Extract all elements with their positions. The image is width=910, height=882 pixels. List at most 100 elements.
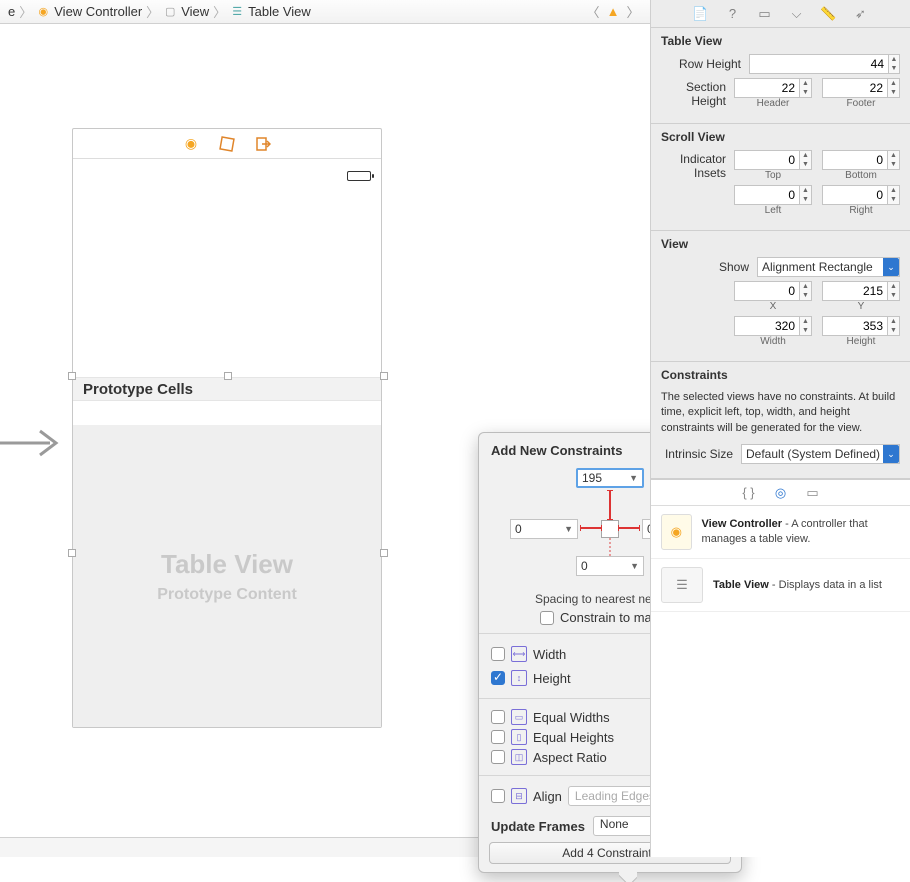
- insets-label: Indicator Insets: [661, 152, 734, 180]
- view-x-sub: X: [770, 301, 777, 312]
- inset-left-field[interactable]: [734, 185, 800, 205]
- breadcrumb-item-view[interactable]: ▢ View: [159, 4, 213, 19]
- section-title: Scroll View: [661, 130, 900, 144]
- view-y-field[interactable]: [822, 281, 888, 301]
- exit-icon[interactable]: [254, 135, 272, 153]
- equal-heights-checkbox[interactable]: [491, 730, 505, 744]
- row-height-stepper[interactable]: ▲▼: [889, 54, 900, 74]
- align-checkbox[interactable]: [491, 789, 505, 803]
- tableview-icon: ☰: [661, 567, 703, 603]
- breadcrumb-item-tableview[interactable]: ☰ Table View: [226, 4, 315, 19]
- ibeam-left-icon[interactable]: [580, 525, 602, 531]
- nav-forward-button[interactable]: 〉: [624, 3, 642, 21]
- breadcrumb-item-scene[interactable]: e: [4, 4, 19, 19]
- attributes-inspector-tab[interactable]: ⌵: [788, 5, 806, 23]
- library-item-tableview[interactable]: ☰ Table View - Displays data in a list: [651, 559, 910, 612]
- insp-section-constraints: Constraints The selected views have no c…: [651, 362, 910, 479]
- file-inspector-tab[interactable]: 📄: [692, 5, 710, 23]
- warning-icon[interactable]: ▲: [604, 3, 622, 21]
- insp-section-tableview: Table View Row Height ▲▼ Section Height …: [651, 28, 910, 124]
- lib-tab-media[interactable]: ▭: [804, 484, 822, 502]
- chevron-down-icon[interactable]: ⌄: [883, 445, 899, 463]
- inset-top-field[interactable]: [734, 150, 800, 170]
- chevron-down-icon[interactable]: ▼: [630, 561, 639, 571]
- intrinsic-value: Default (System Defined): [746, 447, 880, 461]
- breadcrumb-item-viewcontroller[interactable]: ◉ View Controller: [32, 4, 146, 19]
- battery-icon: [347, 171, 371, 181]
- section-header-field[interactable]: [734, 78, 800, 98]
- chevron-down-icon[interactable]: ▼: [629, 473, 638, 483]
- help-inspector-tab[interactable]: ?: [724, 5, 742, 23]
- section-footer-field[interactable]: [822, 78, 888, 98]
- breadcrumb-label: e: [8, 4, 15, 19]
- view-width-field[interactable]: [734, 316, 800, 336]
- nav-back-button[interactable]: 〈: [584, 3, 602, 21]
- tableview-icon: ☰: [230, 5, 244, 19]
- scene-toolbar: ◉: [73, 129, 381, 159]
- header-sublabel: Header: [757, 98, 790, 109]
- height-checkbox[interactable]: [491, 671, 505, 685]
- resize-handle[interactable]: [380, 372, 388, 380]
- breadcrumb: e 〉 ◉ View Controller 〉 ▢ View 〉 ☰ Table…: [0, 0, 650, 24]
- resize-handle[interactable]: [68, 372, 76, 380]
- constrain-margins-checkbox[interactable]: [540, 611, 554, 625]
- view-x-field[interactable]: [734, 281, 800, 301]
- spacing-left-field[interactable]: 0▼: [510, 519, 578, 539]
- intrinsic-select[interactable]: Default (System Defined)⌄: [741, 444, 900, 464]
- inset-right-stepper[interactable]: ▲▼: [888, 185, 900, 205]
- width-checkbox[interactable]: [491, 647, 505, 661]
- identity-inspector-tab[interactable]: ▭: [756, 5, 774, 23]
- library-item-desc: - Displays data in a list: [769, 579, 882, 591]
- breadcrumb-label: Table View: [248, 4, 311, 19]
- constraints-text: The selected views have no constraints. …: [661, 388, 900, 438]
- footer-sublabel: Footer: [847, 98, 876, 109]
- library-item-title: Table View: [713, 579, 769, 591]
- chevron-right-icon: 〉: [19, 2, 32, 21]
- spacing-bottom-value: 0: [581, 559, 588, 573]
- view-x-stepper[interactable]: ▲▼: [800, 281, 812, 301]
- row-height-field[interactable]: [749, 54, 889, 74]
- connections-inspector-tab[interactable]: ➶: [852, 5, 870, 23]
- spacing-bottom-field[interactable]: 0▼: [576, 556, 644, 576]
- equal-widths-checkbox[interactable]: [491, 710, 505, 724]
- show-value: Alignment Rectangle: [762, 260, 873, 274]
- section-title: Constraints: [661, 368, 900, 382]
- inset-left-stepper[interactable]: ▲▼: [800, 185, 812, 205]
- ibeam-right-icon[interactable]: [618, 525, 640, 531]
- viewcontroller-icon[interactable]: ◉: [182, 135, 200, 153]
- view-height-stepper[interactable]: ▲▼: [888, 316, 900, 336]
- spacing-top-field[interactable]: 195▼: [576, 468, 644, 488]
- inset-bottom-stepper[interactable]: ▲▼: [888, 150, 900, 170]
- library-item-viewcontroller[interactable]: ◉ View Controller - A controller that ma…: [651, 506, 910, 559]
- inset-left-sub: Left: [765, 205, 782, 216]
- lib-tab-snippets[interactable]: { }: [740, 484, 758, 502]
- inset-bottom-field[interactable]: [822, 150, 888, 170]
- chevron-down-icon[interactable]: ⌄: [883, 258, 899, 276]
- show-label: Show: [661, 260, 757, 274]
- chevron-down-icon[interactable]: ▼: [564, 524, 573, 534]
- ibeam-bottom-icon[interactable]: [607, 538, 613, 556]
- equal-heights-icon: ▯: [511, 729, 527, 745]
- breadcrumb-label: View: [181, 4, 209, 19]
- first-responder-icon[interactable]: [218, 135, 236, 153]
- footer-stepper[interactable]: ▲▼: [888, 78, 900, 98]
- view-width-stepper[interactable]: ▲▼: [800, 316, 812, 336]
- ibeam-top-icon[interactable]: [607, 490, 613, 520]
- inset-right-field[interactable]: [822, 185, 888, 205]
- view-y-stepper[interactable]: ▲▼: [888, 281, 900, 301]
- aspect-ratio-checkbox[interactable]: [491, 750, 505, 764]
- resize-handle[interactable]: [380, 549, 388, 557]
- inspector-panel: 📄 ? ▭ ⌵ 📏 ➶ Table View Row Height ▲▼ Sec…: [650, 0, 910, 857]
- show-select[interactable]: Alignment Rectangle ⌄: [757, 257, 900, 277]
- aspect-ratio-icon: ◫: [511, 749, 527, 765]
- resize-handle[interactable]: [224, 372, 232, 380]
- lib-tab-objects[interactable]: ◎: [772, 484, 790, 502]
- section-height-label: Section Height: [661, 80, 734, 108]
- header-stepper[interactable]: ▲▼: [800, 78, 812, 98]
- size-inspector-tab[interactable]: 📏: [820, 5, 838, 23]
- width-label: Width: [533, 647, 566, 662]
- resize-handle[interactable]: [68, 549, 76, 557]
- view-height-field[interactable]: [822, 316, 888, 336]
- library-item-text: View Controller - A controller that mana…: [702, 517, 900, 547]
- inset-top-stepper[interactable]: ▲▼: [800, 150, 812, 170]
